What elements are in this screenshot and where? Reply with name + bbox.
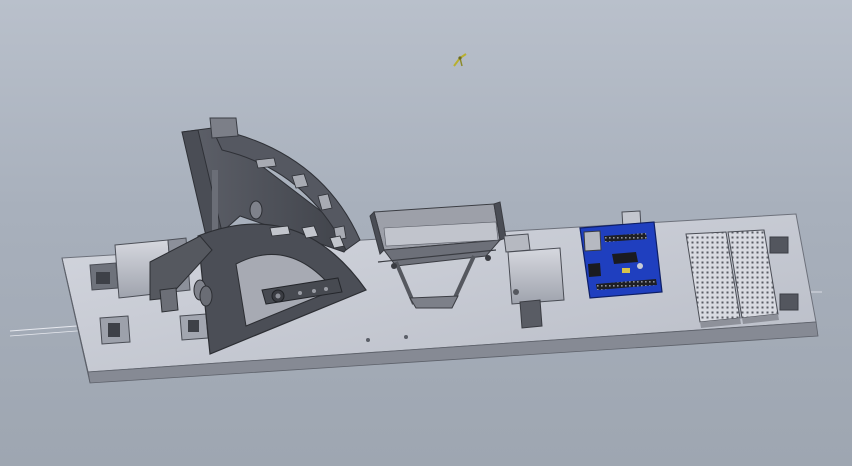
bracket-left-bottom xyxy=(99,315,131,345)
coordinate-triad-icon xyxy=(453,53,467,67)
bracket-right-top xyxy=(769,236,789,254)
cad-viewport[interactable] xyxy=(0,0,852,466)
bracket-right-bottom xyxy=(779,293,799,311)
bracket-mid xyxy=(179,313,209,341)
model-canvas[interactable] xyxy=(0,0,852,466)
